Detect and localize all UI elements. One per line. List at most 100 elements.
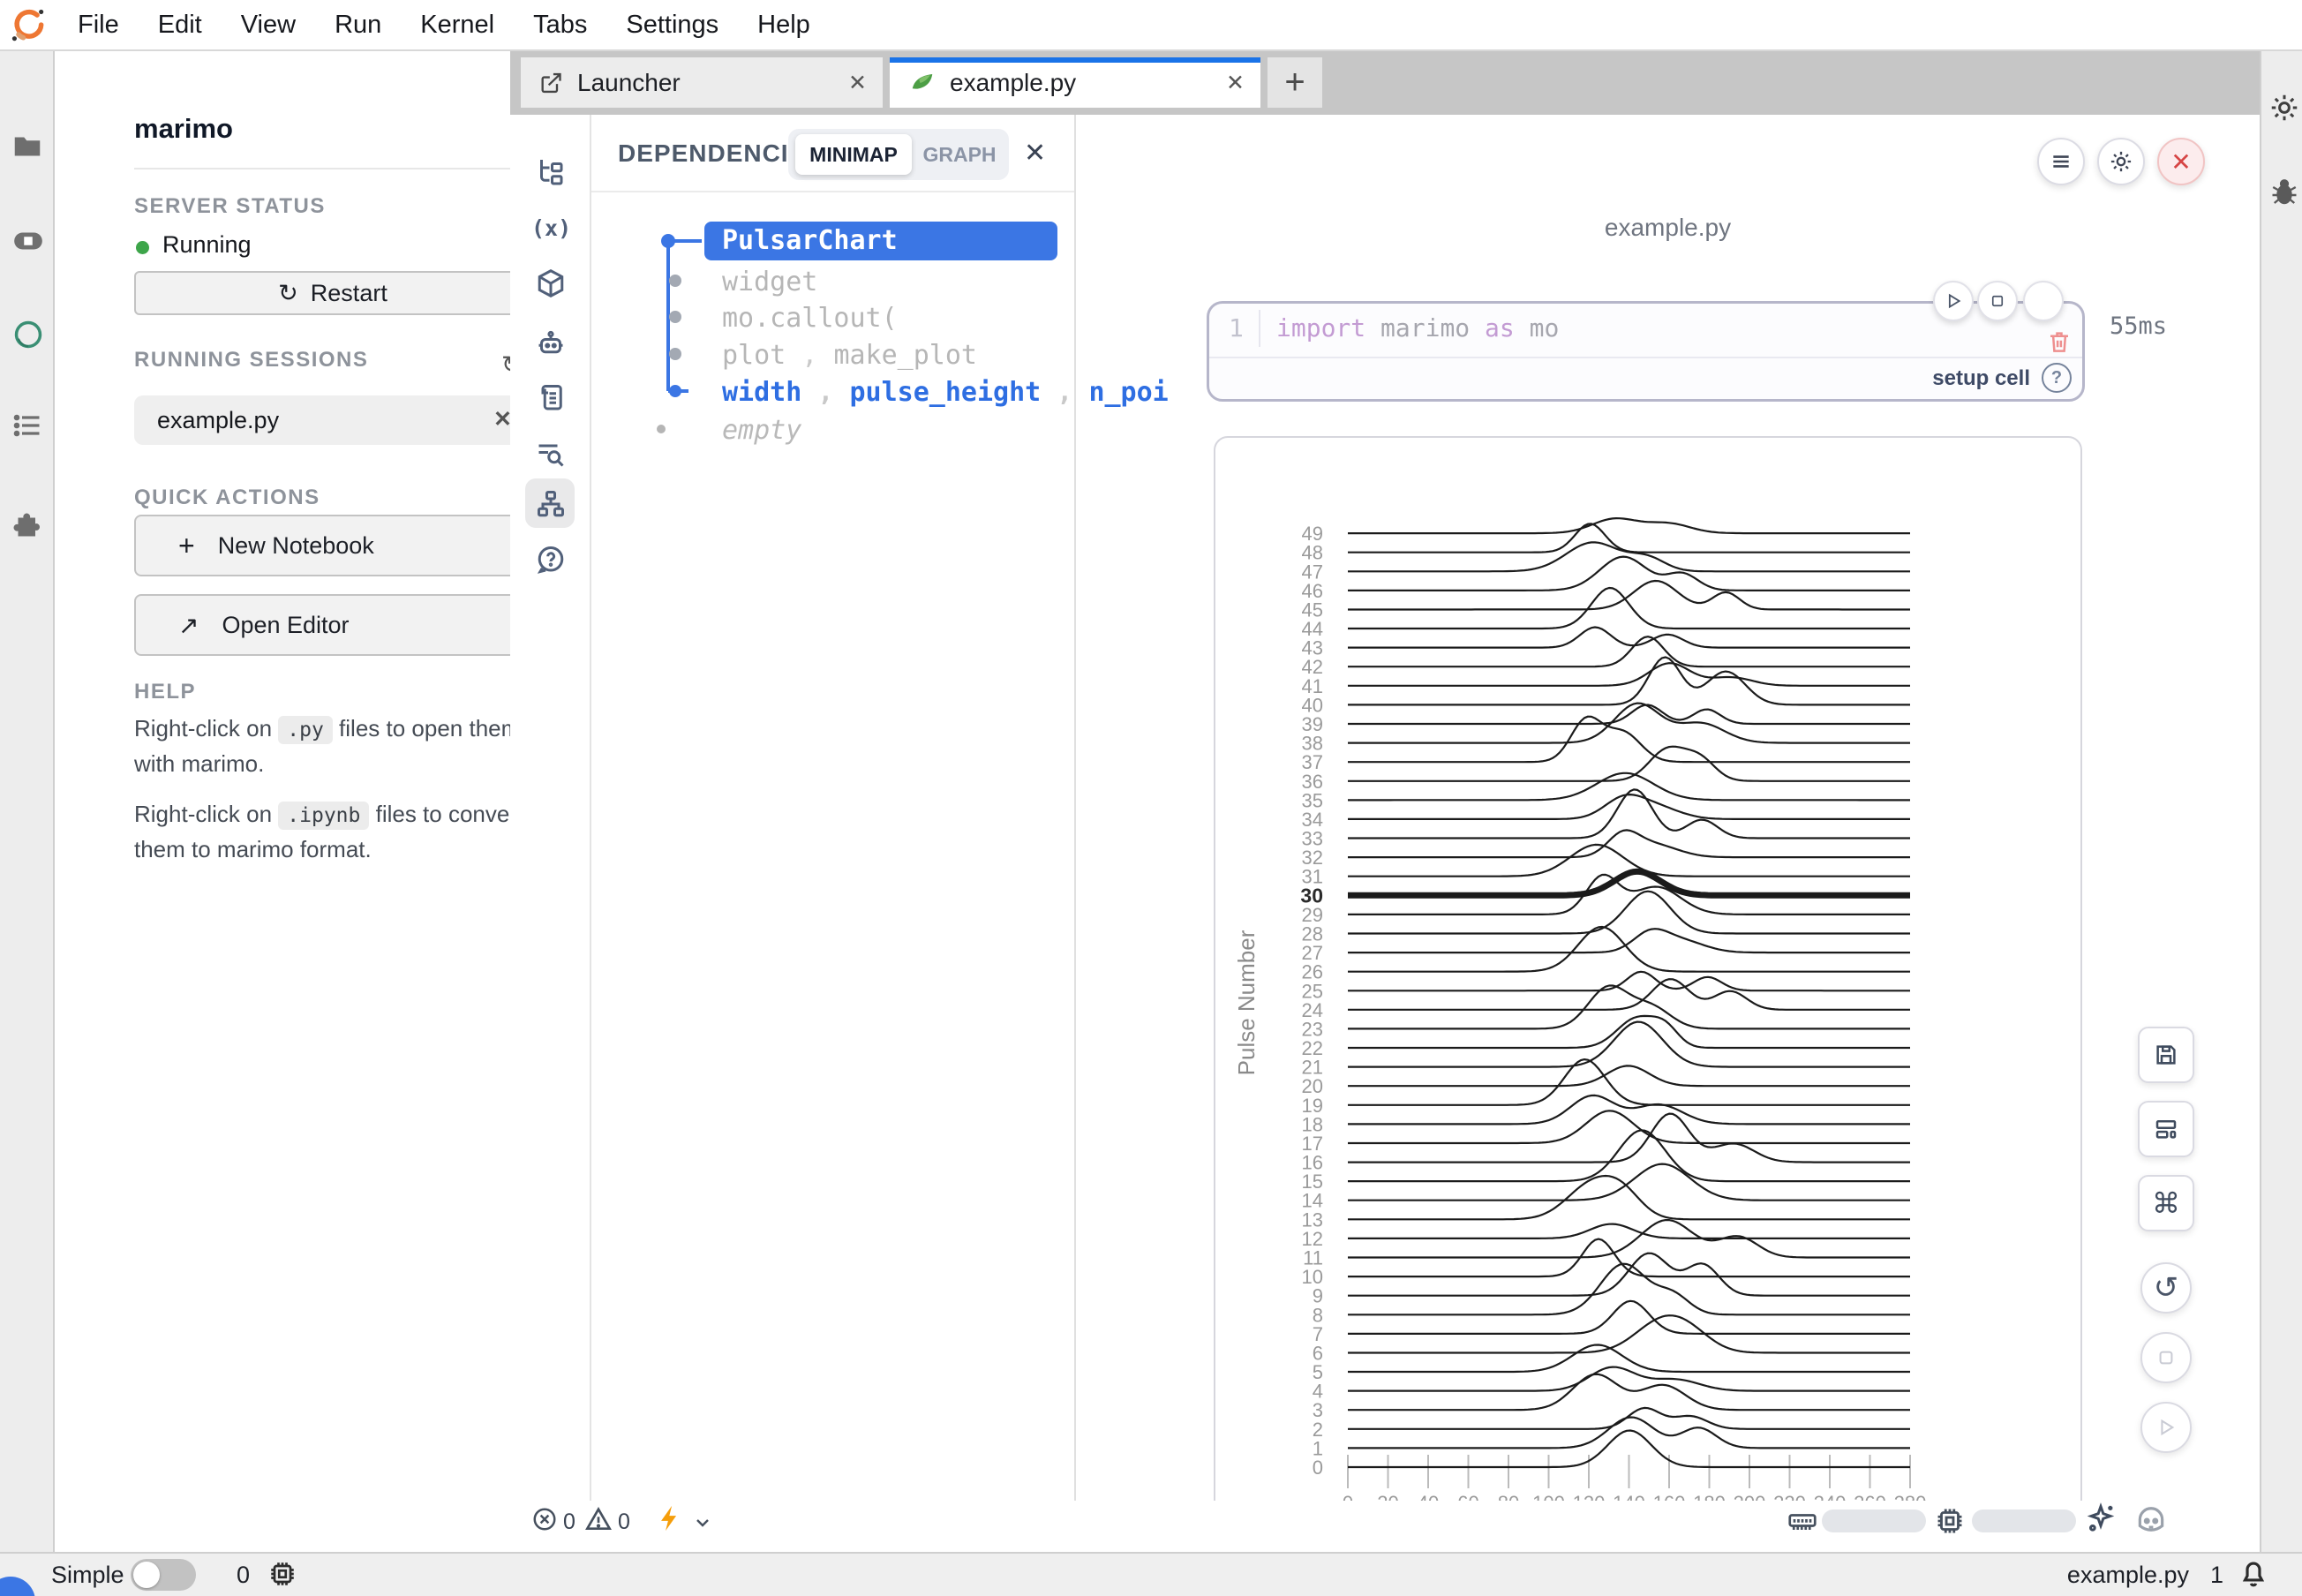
extensions-icon[interactable] [11, 508, 43, 540]
panel-title: marimo [134, 113, 233, 145]
py-extension-chip: .py [278, 716, 333, 744]
svg-text:35: 35 [1302, 789, 1323, 811]
ai-assistant-icon[interactable] [535, 327, 567, 359]
chevron-down-icon[interactable] [692, 1512, 713, 1533]
tree-node-pulsarchart[interactable]: PulsarChart [704, 222, 1057, 260]
shutdown-kernel-button[interactable]: ✕ [2157, 138, 2205, 185]
restart-server-button[interactable]: ↻ Restart [134, 271, 531, 315]
cell-more-options-button[interactable] [2023, 281, 2064, 321]
svg-text:42: 42 [1302, 656, 1323, 678]
run-cell-button[interactable] [1933, 281, 1974, 321]
svg-text:28: 28 [1302, 922, 1323, 945]
errors-icon[interactable] [531, 1506, 558, 1532]
warnings-icon[interactable] [584, 1505, 613, 1533]
simple-mode-toggle[interactable] [131, 1559, 196, 1591]
menu-help[interactable]: Help [757, 11, 810, 40]
settings-gear-icon[interactable] [2268, 92, 2300, 124]
ipynb-extension-chip: .ipynb [278, 802, 369, 830]
svg-text:13: 13 [1302, 1208, 1323, 1231]
toggle-knob [133, 1562, 160, 1588]
cell-code[interactable]: import marimo as mo [1276, 313, 1559, 343]
cell-runtime: 55ms [2110, 312, 2167, 340]
svg-text:4: 4 [1313, 1381, 1323, 1403]
undo-button[interactable]: ↺ [2140, 1262, 2192, 1314]
debugger-bug-icon[interactable] [2268, 177, 2300, 208]
cell-divider [1209, 357, 2082, 358]
interrupt-button[interactable] [2140, 1332, 2192, 1383]
kernels-chip-icon[interactable] [267, 1558, 298, 1590]
close-session-icon[interactable]: ✕ [493, 406, 512, 433]
help-bubble-icon[interactable] [535, 544, 567, 576]
svg-text:45: 45 [1302, 598, 1323, 621]
menu-view[interactable]: View [241, 11, 296, 40]
command-palette-button[interactable]: ⌘ [2138, 1175, 2194, 1231]
tab-example-py[interactable]: example.py ✕ [890, 57, 1260, 108]
menu-tabs[interactable]: Tabs [533, 11, 587, 40]
ai-sparkle-icon[interactable] [2083, 1501, 2118, 1536]
panel-divider [1074, 115, 1076, 1501]
copilot-icon[interactable] [2134, 1504, 2168, 1538]
external-link-icon [538, 71, 563, 95]
packages-icon[interactable] [535, 267, 567, 299]
svg-text:23: 23 [1302, 1018, 1323, 1040]
close-panel-icon[interactable]: ✕ [1024, 138, 1046, 169]
notebook-settings-button[interactable] [2097, 138, 2145, 185]
svg-text:21: 21 [1302, 1057, 1323, 1079]
run-all-button[interactable] [2140, 1402, 2192, 1453]
svg-text:34: 34 [1302, 809, 1323, 831]
tree-node-width[interactable]: width , pulse_height , n_poi [722, 377, 1169, 408]
delete-cell-icon[interactable] [2046, 328, 2073, 355]
menu-file[interactable]: File [78, 11, 119, 40]
menu-settings[interactable]: Settings [626, 11, 718, 40]
variables-icon[interactable]: (x) [531, 215, 571, 241]
table-of-contents-icon[interactable] [11, 410, 43, 441]
close-tab-icon[interactable]: ✕ [848, 70, 867, 96]
tree-node-callout[interactable]: mo.callout( [722, 303, 898, 334]
setup-cell-help-icon[interactable]: ? [2042, 363, 2072, 393]
tree-node-widget[interactable]: widget [722, 267, 817, 297]
svg-text:32: 32 [1302, 847, 1323, 869]
minimap-toggle[interactable]: MINIMAP [795, 134, 912, 175]
stop-cell-button[interactable] [1977, 281, 2018, 321]
open-editor-button[interactable]: ↗ Open Editor [134, 594, 531, 656]
scratchpad-search-icon[interactable] [535, 438, 567, 470]
layout-toggle-button[interactable] [2138, 1101, 2194, 1157]
dependencies-icon[interactable] [535, 488, 567, 520]
close-tab-icon[interactable]: ✕ [1226, 70, 1245, 96]
new-notebook-button[interactable]: + New Notebook [134, 515, 531, 576]
save-notebook-button[interactable] [2138, 1027, 2194, 1083]
right-panel-strip [2260, 51, 2302, 1552]
running-sessions-heading: RUNNING SESSIONS [134, 348, 368, 373]
cpu-icon [1933, 1504, 1967, 1538]
running-terminals-icon[interactable] [11, 224, 45, 258]
tab-launcher[interactable]: Launcher ✕ [521, 57, 883, 108]
help-heading: HELP [134, 680, 196, 704]
run-mode-lightning-icon[interactable] [655, 1503, 685, 1533]
file-tree-icon[interactable] [535, 157, 567, 189]
divider [591, 191, 1074, 192]
svg-text:12: 12 [1302, 1228, 1323, 1250]
graph-toggle[interactable]: GRAPH [915, 134, 1004, 175]
svg-text:29: 29 [1302, 904, 1323, 926]
new-tab-button[interactable]: + [1268, 57, 1322, 108]
cell-output-chart-card: 0204060801001201401601802002202402602800… [1214, 436, 2082, 1552]
bell-icon[interactable] [2237, 1556, 2270, 1590]
svg-text:48: 48 [1302, 542, 1323, 564]
svg-text:33: 33 [1302, 828, 1323, 850]
svg-text:14: 14 [1302, 1190, 1323, 1212]
svg-text:38: 38 [1302, 733, 1323, 755]
marimo-sidebar-icon[interactable] [11, 318, 45, 351]
notebook-menu-button[interactable] [2037, 138, 2085, 185]
plus-icon: + [178, 530, 195, 562]
menu-run[interactable]: Run [335, 11, 381, 40]
server-status-value: Running [162, 231, 252, 259]
logs-icon[interactable] [535, 382, 567, 414]
tree-node-empty[interactable]: empty [722, 415, 801, 446]
statusbar-filename[interactable]: example.py [2057, 1562, 2189, 1589]
menu-edit[interactable]: Edit [158, 11, 202, 40]
notebook-title: example.py [1076, 214, 2260, 242]
session-item[interactable]: example.py ✕ [134, 395, 531, 445]
file-browser-icon[interactable] [11, 131, 43, 162]
tree-node-plot[interactable]: plot , make_plot [722, 340, 977, 371]
menu-kernel[interactable]: Kernel [420, 11, 494, 40]
